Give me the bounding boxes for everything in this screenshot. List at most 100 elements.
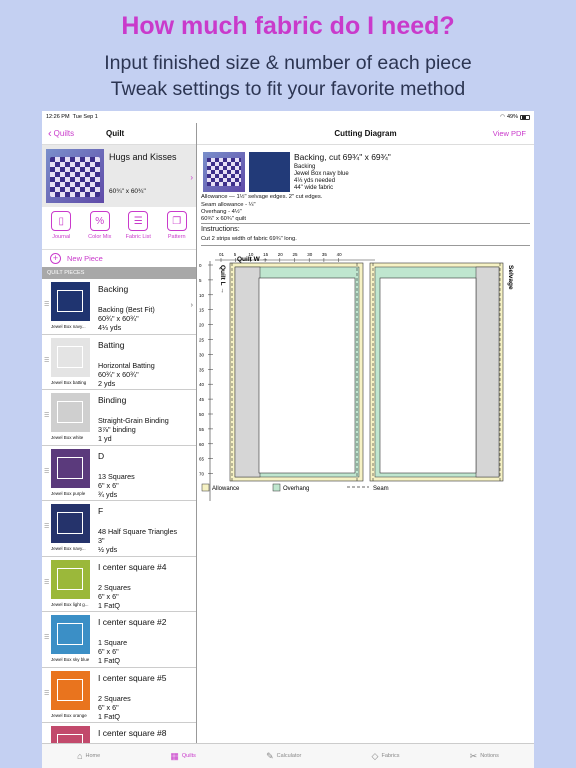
legend-seam: Seam (373, 486, 389, 492)
right-nav-title: Cutting Diagram (334, 129, 397, 138)
color-mix-button[interactable]: % Color Mix (82, 211, 118, 249)
piece-title: I center square #4 (98, 561, 167, 572)
piece-dimension: 3" (98, 536, 105, 545)
piece-detail: Straight-Grain Binding (98, 416, 169, 425)
list-icon: ☰ (128, 211, 149, 231)
piece-detail: 2 Squares (98, 693, 131, 703)
fabric-swatch (51, 615, 90, 654)
piece-dimension: 3⅞" binding (98, 425, 136, 434)
drag-handle-icon[interactable]: ☰ (44, 357, 49, 364)
journal-button[interactable]: ▯ Journal (43, 211, 79, 249)
diagram-legend: Allowance Overhang Seam (201, 483, 389, 492)
piece-title: Batting (98, 339, 125, 350)
new-piece-button[interactable]: + New Piece (42, 249, 196, 267)
fabric-swatch (51, 559, 90, 599)
quilt-card[interactable]: Hugs and Kisses 60¾" x 60¾" › (42, 145, 196, 207)
tab-calculator[interactable]: ✎ Calculator (266, 751, 301, 762)
ruler-tick-label: 10 (199, 293, 205, 298)
piece-row[interactable]: ☰I center square #8 (42, 723, 196, 743)
left-ruler: 0 5 10 15 20 25 30 35 40 45 50 55 60 65 70 (199, 263, 213, 477)
backing-strip-2 (369, 262, 504, 482)
tab-label: Notions (480, 753, 499, 759)
piece-fabric-name: Jewel Box batting (51, 379, 87, 385)
piece-dimension: 6" x 6" (98, 480, 119, 490)
tool-label: Fabric List (125, 234, 151, 240)
pattern-icon: ❐ (166, 211, 187, 231)
drag-handle-icon[interactable]: ☰ (44, 579, 49, 586)
fabric-list-button[interactable]: ☰ Fabric List (120, 211, 156, 249)
cut-line: Backing (294, 164, 316, 170)
allowance-swatch (201, 483, 210, 492)
cut-title: Backing, cut 69¾" x 69¾" (294, 152, 391, 162)
piece-detail: Horizontal Batting (98, 360, 155, 370)
tab-label: Quilts (181, 753, 196, 759)
pattern-button[interactable]: ❐ Pattern (159, 211, 195, 249)
ruler-tick-label: 25 (293, 252, 299, 257)
piece-yardage: 1 yd (98, 434, 112, 443)
ruler-tick-label: 30 (307, 252, 313, 257)
piece-detail: 1 Square (98, 638, 128, 647)
ruler-tick-label: 0 (199, 263, 202, 268)
status-right: ◠ 49% (500, 114, 530, 120)
tab-notions[interactable]: ✂ Notions (470, 751, 499, 762)
ruler-tick-label: 50 (199, 412, 205, 417)
piece-yardage: ½ yds (98, 545, 118, 554)
legend-overhang: Overhang (283, 486, 309, 492)
piece-row[interactable]: ☰ Jewel Box light g... I center square #4 2… (42, 557, 196, 612)
piece-row[interactable]: ☰ Jewel Box batting Batting Horizontal Batt… (42, 335, 196, 390)
piece-dimension: 6" x 6" (98, 647, 119, 656)
tool-label: Journal (52, 234, 71, 240)
view-pdf-button[interactable]: View PDF (493, 129, 526, 138)
tab-fabrics[interactable]: ◇ Fabrics (372, 751, 400, 762)
tab-quilts[interactable]: ▦ Quilts (170, 751, 196, 762)
drag-handle-icon[interactable]: ☰ (44, 412, 49, 419)
piece-detail: 48 Half Square Triangles (98, 527, 178, 536)
drag-handle-icon[interactable]: ☰ (44, 523, 49, 530)
tab-home[interactable]: ⌂ Home (77, 751, 100, 761)
hero-subtitle-1: Input finished size & number of each pie… (104, 52, 472, 74)
piece-row[interactable]: ☰ Jewel Box purple D 13 Squares 6" x 6" ¾ yds (42, 446, 196, 501)
tab-bar: ⌂ Home ▦ Quilts ✎ Calculator ◇ Fabrics ✂… (42, 743, 534, 768)
battery-icon (520, 114, 530, 120)
left-navbar: ‹ Quilts Quilt (42, 123, 196, 145)
ruler-tick-label: 5 (199, 278, 202, 283)
percent-icon: % (89, 211, 110, 231)
piece-title: I center square #2 (98, 617, 167, 627)
drag-handle-icon[interactable]: ☰ (44, 634, 49, 641)
back-button[interactable]: ‹ Quilts (42, 128, 74, 140)
drag-handle-icon[interactable]: ☰ (44, 690, 49, 697)
piece-row[interactable]: ☰ Jewel Box navy... Backing Backing (Best F… (42, 279, 196, 335)
selvage-label: Selvage (507, 265, 514, 290)
chevron-right-icon: › (190, 173, 193, 182)
piece-fabric-name: Jewel Box light g... (51, 601, 89, 607)
piece-yardage: 4⅓ yds (98, 323, 122, 332)
overhang-swatch (272, 483, 281, 492)
status-time-date: 12:26 PM Tue Sep 1 (46, 114, 98, 120)
fabric-swatch (51, 337, 90, 377)
quilt-width-label: Quilt W → (237, 256, 268, 263)
piece-row[interactable]: ☰ Jewel Box sky blue I center square #2 1 S… (42, 612, 196, 668)
ruler-tick-label: 70 (199, 472, 205, 477)
piece-dimension: 60¾" x 60¾" (98, 314, 139, 323)
piece-row[interactable]: ☰ Jewel Box white Binding Straight-Grain Bi… (42, 390, 196, 446)
seam-line: Seam allowance - ¼" (201, 202, 256, 208)
cutting-diagram: 01 5 10 15 20 25 30 35 40 0 5 10 15 20 25 30 35 40 45 50 55… (199, 252, 514, 501)
cut-info: Backing, cut 69¾" x 69¾" Backing Jewel B… (197, 145, 534, 260)
drag-handle-icon[interactable]: ☰ (44, 301, 49, 308)
piece-row[interactable]: ☰ Jewel Box navy... F 48 Half Square Triang… (42, 501, 196, 557)
cut-line: 4⅓ yds needed (294, 178, 336, 184)
ruler-tick-label: 01 (219, 252, 225, 257)
plus-icon: + (50, 253, 61, 264)
quilt-name: Hugs and Kisses (109, 152, 177, 162)
piece-row[interactable]: ☰ Jewel Box orange I center square #5 2 Squ… (42, 668, 196, 723)
allowance-line: Allowance — 1½" selvage edges. 2" cut ed… (201, 194, 323, 200)
quilt-thumbnail (203, 152, 245, 192)
piece-fabric-name: Jewel Box navy... (51, 546, 86, 551)
tab-label: Calculator (276, 753, 302, 759)
hero-subtitle-2: Tweak settings to fit your favorite meth… (110, 78, 466, 100)
drag-handle-icon[interactable]: ☰ (44, 468, 49, 475)
fabric-swatch (51, 504, 90, 543)
quilts-icon: ▦ (170, 750, 179, 761)
divider (201, 245, 530, 246)
piece-title: I center square #5 (98, 672, 167, 683)
